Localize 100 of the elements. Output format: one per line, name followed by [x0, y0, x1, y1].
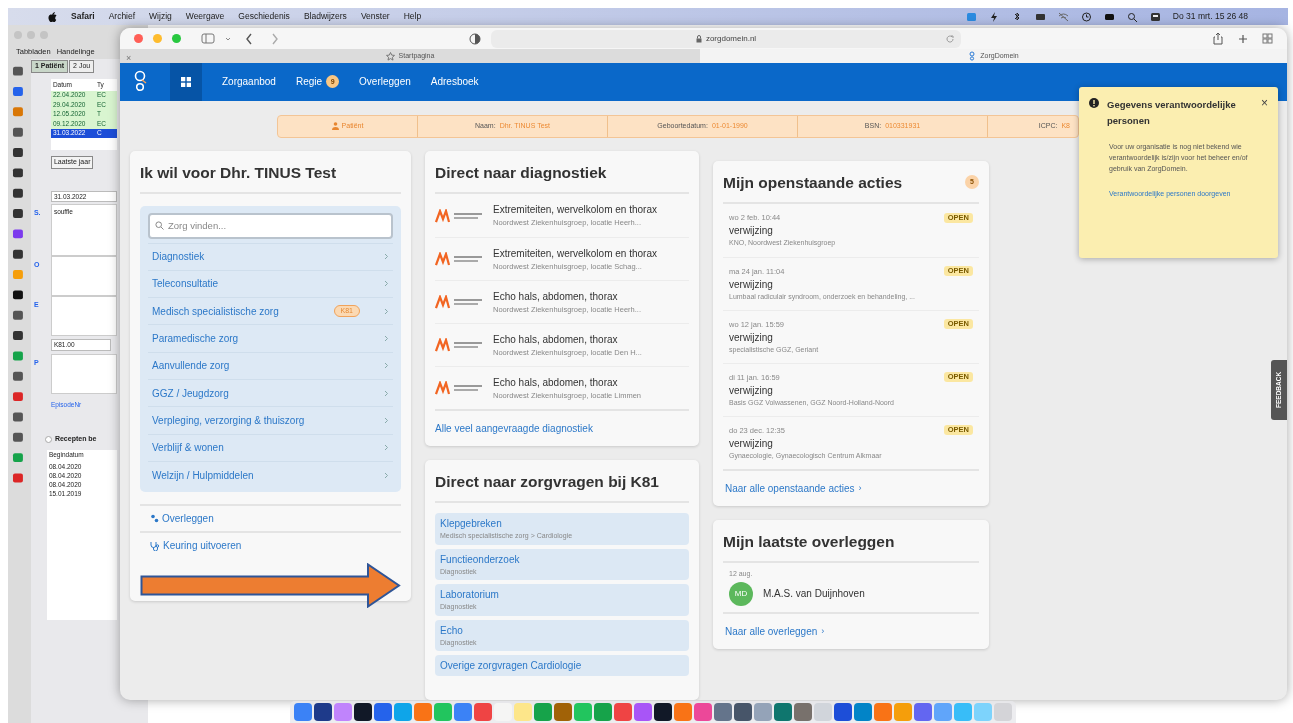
stethoscope-icon	[150, 540, 160, 551]
close-tab-button[interactable]: ×	[126, 53, 132, 64]
card-title: Mijn laatste overleggen	[723, 520, 979, 564]
control-center-icon[interactable]	[1149, 11, 1161, 22]
people-icon	[150, 514, 159, 524]
reload-icon[interactable]	[945, 33, 955, 44]
category-item[interactable]: Verpleging, verzorging & thuiszorg	[148, 406, 393, 434]
clock-icon[interactable]	[1080, 11, 1092, 22]
item-title: Overige zorgvragen Cardiologie	[440, 659, 583, 674]
home-button[interactable]	[170, 62, 202, 101]
person-name: M.A.S. van Duijnhoven	[763, 587, 865, 602]
sidebar-icon[interactable]	[201, 33, 215, 45]
item-title: verwijzing	[729, 330, 774, 345]
zorgdomein-favicon-icon	[968, 51, 977, 62]
chevron-right-icon	[384, 335, 389, 343]
chevron-right-icon	[384, 471, 389, 479]
note-field[interactable]	[50, 256, 117, 297]
hospital-logo-icon	[435, 295, 485, 309]
all-actions-link[interactable]: Naar alle openstaande acties	[725, 481, 855, 496]
tab-overview-icon[interactable]	[1262, 33, 1273, 45]
menu-item[interactable]: Archief	[108, 10, 136, 23]
hospital-logo-icon	[435, 381, 485, 395]
nav-link[interactable]: Zorgaanbod	[222, 74, 276, 90]
category-item[interactable]: Diagnostiek	[148, 242, 393, 270]
forward-icon[interactable]	[271, 32, 279, 45]
item-title: Laboratorium	[440, 588, 500, 603]
card-title: Ik wil voor Dhr. TINUS Test	[140, 150, 401, 194]
menu-clock[interactable]: Do 31 mrt. 15 26 48	[1172, 10, 1248, 23]
chevron-right-icon	[384, 280, 389, 288]
keyboard-icon[interactable]	[1034, 11, 1046, 22]
all-consults-link[interactable]: Naar alle overleggen	[725, 623, 818, 639]
category-item[interactable]: Aanvullende zorg	[148, 351, 393, 379]
hospital-logo-icon	[435, 252, 485, 266]
category-item[interactable]: Verblijf & wonen	[148, 433, 393, 461]
app-status-icon[interactable]	[965, 11, 977, 22]
menu-item[interactable]: Bladwijzers	[303, 10, 347, 23]
item-title: Extremiteiten, wervelkolom en thorax	[493, 246, 657, 261]
privacy-shield-icon[interactable]	[469, 32, 481, 45]
dock-app-icon[interactable]	[314, 703, 332, 721]
hospital-logo-icon	[435, 208, 485, 223]
avatar: MD	[729, 581, 753, 606]
menu-item[interactable]: Wijzig	[149, 10, 172, 23]
all-diagnostics-link[interactable]: Alle veel aangevraagde diagnostiek	[435, 409, 689, 436]
new-tab-icon[interactable]	[1238, 33, 1248, 44]
dock-app-icon[interactable]	[734, 703, 752, 721]
alert-icon	[1089, 98, 1099, 108]
chevron-down-icon[interactable]	[225, 35, 231, 42]
menu-item[interactable]: Help	[403, 10, 422, 23]
item-title: verwijzing	[729, 436, 774, 451]
action-link[interactable]: Keuring uitvoeren	[140, 531, 401, 559]
item-title: Functieonderzoek	[440, 552, 521, 567]
chevron-right-icon	[384, 362, 389, 370]
zorgdomein-logo-icon[interactable]	[134, 69, 148, 94]
nav-link[interactable]: Adresboek	[430, 74, 479, 90]
share-icon[interactable]	[1212, 32, 1224, 46]
menu-item[interactable]: Geschiedenis	[238, 10, 290, 23]
menu-item[interactable]: Weergave	[185, 10, 225, 23]
note-field[interactable]	[50, 296, 117, 337]
chevron-right-icon	[384, 416, 389, 424]
wifi-off-icon[interactable]	[1057, 11, 1069, 22]
category-item[interactable]: Teleconsultatie	[148, 269, 393, 298]
search-icon	[155, 221, 164, 230]
chevron-right-icon	[384, 307, 389, 315]
dock-app-icon[interactable]	[834, 703, 852, 721]
hospital-logo-icon	[435, 338, 485, 352]
search-icon[interactable]	[1126, 11, 1138, 22]
category-item[interactable]: GGZ / Jeugdzorg	[148, 379, 393, 407]
notification-title: Gegevens verantwoordelijke personen	[1107, 98, 1237, 128]
dock-app-icon[interactable]	[354, 703, 372, 721]
search-field[interactable]: Zorg vinden...	[148, 212, 393, 239]
chevron-text: ›	[858, 481, 862, 495]
dock-app-icon[interactable]	[654, 703, 672, 721]
care-question-item[interactable]: Overige zorgvragen Cardiologie	[435, 655, 689, 677]
item-title: verwijzing	[729, 277, 774, 292]
apple-icon	[48, 11, 57, 22]
item-title: Echo hals, abdomen, thorax	[493, 332, 619, 347]
note-field[interactable]	[50, 354, 117, 394]
card-title: Mijn openstaande acties	[723, 172, 904, 193]
item-title: Klepgebreken	[440, 517, 503, 532]
category-item[interactable]: Paramedische zorg	[148, 324, 393, 352]
chevron-text: ›	[821, 624, 825, 638]
menu-item[interactable]: Venster	[360, 10, 390, 23]
checkbox[interactable]	[44, 435, 52, 443]
battery-icon[interactable]	[1103, 11, 1115, 22]
card-title: Direct naar zorgvragen bij K81	[435, 460, 689, 504]
chevron-right-icon	[384, 389, 389, 397]
back-icon[interactable]	[245, 32, 253, 45]
chevron-right-icon	[384, 253, 389, 261]
item-title: verwijzing	[729, 224, 774, 239]
bolt-icon[interactable]	[988, 11, 1000, 22]
star-icon	[385, 51, 395, 61]
grid-icon	[181, 76, 191, 87]
action-link[interactable]: Overleggen	[140, 504, 401, 532]
category-item[interactable]: Welzijn / Hulpmiddelen	[148, 460, 393, 489]
lock-icon	[695, 34, 702, 43]
item-title: Echo	[440, 623, 464, 638]
nav-link[interactable]: Overleggen	[359, 74, 411, 90]
address-field[interactable]: zorgdomein.nl	[491, 29, 961, 48]
close-button[interactable]: ×	[1261, 97, 1268, 109]
menu-item[interactable]: Safari	[71, 10, 95, 23]
